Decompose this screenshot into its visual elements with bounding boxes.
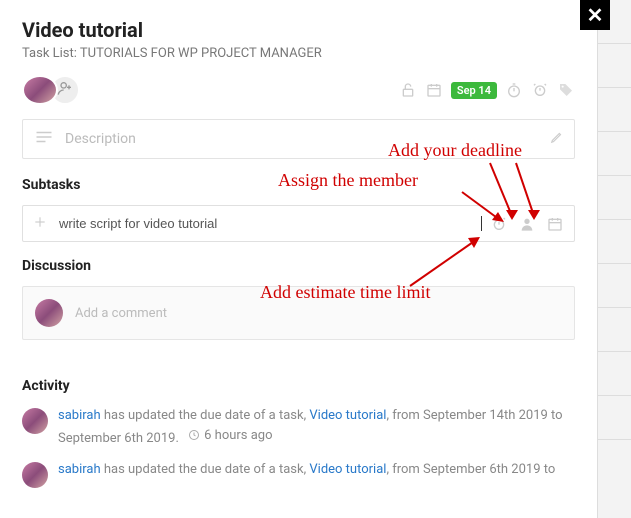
- subtask-action-icons: [490, 215, 564, 233]
- activity-time: 6 hours ago: [188, 426, 272, 446]
- task-header-row: Sep 14: [22, 75, 575, 105]
- edit-icon[interactable]: [550, 130, 564, 148]
- calendar-start-icon[interactable]: [425, 81, 443, 99]
- plus-icon[interactable]: [33, 214, 51, 233]
- activity-task-link[interactable]: Video tutorial: [309, 408, 386, 423]
- task-modal: Video tutorial Task List: TUTORIALS FOR …: [0, 0, 597, 518]
- activity-user-link[interactable]: sabirah: [58, 408, 101, 423]
- add-user-icon: [57, 80, 73, 100]
- stopwatch-icon[interactable]: [505, 81, 523, 99]
- activity-task-link[interactable]: Video tutorial: [309, 462, 386, 477]
- activity-row: sabirah has updated the due date of a ta…: [22, 406, 575, 448]
- background-strip: [597, 0, 631, 518]
- due-date-badge[interactable]: Sep 14: [451, 82, 497, 99]
- subtasks-heading: Subtasks: [22, 177, 575, 193]
- assignee-avatars: [22, 75, 80, 105]
- alarm-icon[interactable]: [531, 81, 549, 99]
- avatar[interactable]: [22, 75, 58, 105]
- description-placeholder: Description: [65, 131, 136, 147]
- activity-text: sabirah has updated the due date of a ta…: [58, 406, 575, 448]
- description-field[interactable]: Description: [22, 119, 575, 159]
- avatar: [22, 408, 48, 434]
- unlock-icon[interactable]: [399, 81, 417, 99]
- avatar: [35, 299, 63, 327]
- discussion-heading: Discussion: [22, 258, 575, 274]
- activity-row: sabirah has updated the due date of a ta…: [22, 460, 575, 488]
- subtask-input[interactable]: [59, 216, 482, 231]
- comment-box[interactable]: Add a comment: [22, 286, 575, 340]
- activity-text: sabirah has updated the due date of a ta…: [58, 460, 555, 480]
- task-meta-icons: Sep 14: [399, 81, 575, 99]
- activity-user-link[interactable]: sabirah: [58, 462, 101, 477]
- comment-placeholder: Add a comment: [75, 306, 167, 321]
- subtask-alarm-icon[interactable]: [490, 215, 508, 233]
- close-button[interactable]: ✕: [580, 0, 610, 30]
- task-list-label: Task List: TUTORIALS FOR WP PROJECT MANA…: [22, 46, 575, 61]
- subtask-input-row: [22, 205, 575, 242]
- tag-icon[interactable]: [557, 81, 575, 99]
- activity-heading: Activity: [22, 378, 575, 394]
- clock-icon: [188, 429, 200, 441]
- task-title: Video tutorial: [22, 18, 575, 42]
- avatar: [22, 462, 48, 488]
- subtask-user-icon[interactable]: [518, 215, 536, 233]
- paragraph-icon: [35, 130, 53, 148]
- subtask-calendar-icon[interactable]: [546, 215, 564, 233]
- close-icon: ✕: [587, 3, 604, 27]
